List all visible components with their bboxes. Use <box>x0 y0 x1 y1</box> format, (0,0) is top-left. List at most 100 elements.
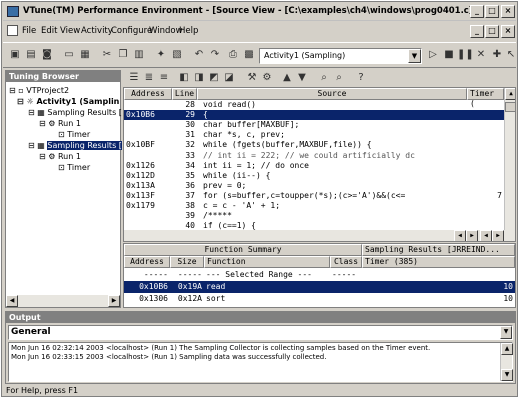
scroll-down-icon[interactable]: ▼ <box>501 369 513 381</box>
cut-icon[interactable]: ✂ <box>99 47 115 63</box>
menu-edit[interactable]: Edit <box>41 26 57 36</box>
source-row[interactable]: 0x113A 36 prev = 0; <box>124 181 504 191</box>
paste-icon[interactable]: ▥ <box>131 47 147 63</box>
tree-item-timer[interactable]: ⊡ Timer <box>58 130 90 139</box>
tree-item-project[interactable]: ⊟ ▫ VTProject2 <box>9 86 69 95</box>
source-row[interactable]: 28 void read() <box>124 100 504 110</box>
hotspot-next-icon[interactable]: ◨ <box>191 70 207 86</box>
scroll-thumb[interactable] <box>505 102 515 112</box>
run-icon[interactable]: ▷ <box>425 47 441 63</box>
save-icon[interactable]: ◙ <box>39 47 55 63</box>
source-row[interactable]: 30 char buffer[MAXBUF]; <box>124 120 504 130</box>
col-timer[interactable]: Timer ( <box>467 88 504 108</box>
scroll-right-icon[interactable]: ▶ <box>108 295 120 307</box>
disasm-view-icon[interactable]: ≣ <box>141 70 157 86</box>
menu-configure[interactable]: Configure <box>111 26 152 36</box>
source-row[interactable]: 0x1126 34 int ii = 1; // do once <box>124 161 504 171</box>
menu-help[interactable]: Help <box>179 26 198 36</box>
cancel-icon[interactable]: ✕ <box>473 47 489 63</box>
minimize-button[interactable]: _ <box>470 5 484 18</box>
tree-item-run[interactable]: ⊟ ⚙ Run 1 <box>39 152 81 161</box>
pause-icon[interactable]: ❚❚ <box>457 47 474 63</box>
menu-view[interactable]: View <box>60 26 80 36</box>
tune-all-icon[interactable]: ⚙ <box>259 70 275 86</box>
sort-asc-icon[interactable]: ▲ <box>279 70 295 86</box>
close-button[interactable]: × <box>501 5 515 18</box>
col-fs-function[interactable]: Function <box>204 256 330 268</box>
properties-icon[interactable]: ▩ <box>241 47 257 63</box>
chevron-down-icon[interactable]: ▼ <box>500 326 512 339</box>
tree-item-sampling-results[interactable]: ⊟ ▦ Sampling Results [ <box>28 108 122 117</box>
open-folder-icon[interactable]: ▭ <box>61 47 77 63</box>
tree-item-activity[interactable]: ⊟ ☼ Activity1 (Samplin <box>17 97 119 106</box>
source-row[interactable]: 33 // int ii = 222; // we could artifici… <box>124 151 504 161</box>
col-line[interactable]: Line <box>172 88 197 100</box>
source-code: while (ii--) { <box>203 170 271 180</box>
source-vscroll[interactable]: ▲ <box>504 88 515 230</box>
tree-item-run[interactable]: ⊟ ⚙ Run 1 <box>39 119 81 128</box>
source-row[interactable]: 0x10B6 29 { <box>124 110 504 121</box>
hotspot-first-icon[interactable]: ◩ <box>206 70 222 86</box>
sort-desc-icon[interactable]: ▼ <box>294 70 310 86</box>
source-address <box>124 130 172 140</box>
wizard-icon[interactable]: ✦ <box>153 47 169 63</box>
source-row[interactable]: 0x113F 37 for (s=buffer,c=toupper(*s);(c>… <box>124 191 504 201</box>
source-hscroll[interactable]: ◀ ▶ ◀ ▶ <box>124 230 515 241</box>
search-next-icon[interactable]: ⌕ <box>331 70 347 86</box>
window-title: VTune(TM) Performance Environment - [Sou… <box>23 6 477 16</box>
scroll-up-icon[interactable]: ▲ <box>505 88 515 100</box>
print-icon[interactable]: ⎙ <box>225 47 241 63</box>
source-row[interactable]: 0x112D 35 while (ii--) { <box>124 171 504 181</box>
menu-file[interactable]: File <box>22 26 36 36</box>
col-fs-timer[interactable]: Timer (385) <box>362 256 515 268</box>
search-icon[interactable]: ⌕ <box>316 70 332 86</box>
child-minimize-button[interactable]: _ <box>470 25 484 38</box>
tree-hscroll[interactable]: ◀ ▶ <box>6 295 120 307</box>
scroll-up-icon[interactable]: ▲ <box>501 343 513 355</box>
new-project-icon[interactable]: ▣ <box>7 47 23 63</box>
scroll-right-icon[interactable]: ▶ <box>466 230 478 241</box>
help-icon[interactable]: ? <box>353 70 369 86</box>
tree-item-sampling-results-selected[interactable]: ⊟ ▦ Sampling Results [ <box>28 141 122 150</box>
source-row[interactable]: 39 /***** <box>124 211 504 221</box>
back-icon[interactable]: ↶ <box>191 47 207 63</box>
activity-combo[interactable]: Activity1 (Sampling) ▼ <box>259 48 422 64</box>
menu-window[interactable]: Window <box>149 26 183 36</box>
menu-activity[interactable]: Activity <box>81 26 113 36</box>
function-row[interactable]: 0x10B6 0x19A read 10 <box>124 281 515 293</box>
col-fs-address[interactable]: Address <box>124 256 170 268</box>
output-vscroll[interactable]: ▲ ▼ <box>500 343 513 381</box>
col-address[interactable]: Address <box>124 88 172 100</box>
hotspot-prev-icon[interactable]: ◧ <box>176 70 192 86</box>
source-row[interactable]: 0x1179 38 c = c - 'A' + 1; <box>124 201 504 211</box>
col-fs-size[interactable]: Size <box>170 256 204 268</box>
save-all-icon[interactable]: ▦ <box>77 47 93 63</box>
source-row[interactable]: 0x10BF 32 while (fgets(buffer,MAXBUF,file… <box>124 140 504 150</box>
scroll-left-icon[interactable]: ◀ <box>480 230 492 241</box>
scroll-left-icon[interactable]: ◀ <box>6 295 18 307</box>
source-row[interactable]: 31 char *s, c, prev; <box>124 130 504 140</box>
chevron-down-icon[interactable]: ▼ <box>408 49 421 63</box>
child-close-button[interactable]: × <box>501 25 515 38</box>
col-fs-class[interactable]: Class <box>330 256 362 268</box>
forward-icon[interactable]: ↷ <box>207 47 223 63</box>
stop-icon[interactable]: ■ <box>441 47 457 63</box>
child-restore-button[interactable]: □ <box>485 25 499 38</box>
mixed-view-icon[interactable]: ≡ <box>156 70 172 86</box>
source-view-icon[interactable]: ☰ <box>126 70 142 86</box>
scroll-left-icon[interactable]: ◀ <box>454 230 466 241</box>
hotspot-last-icon[interactable]: ◪ <box>221 70 237 86</box>
open-icon[interactable]: ▤ <box>23 47 39 63</box>
output-combo[interactable]: General ▼ <box>8 325 513 340</box>
maximize-button[interactable]: □ <box>485 5 499 18</box>
tune-icon[interactable]: ⚒ <box>244 70 260 86</box>
function-row[interactable]: 0x1306 0x12A sort 10 <box>124 293 515 305</box>
col-source[interactable]: Source <box>197 88 467 100</box>
copy-icon[interactable]: ❐ <box>115 47 131 63</box>
report-icon[interactable]: ▧ <box>169 47 185 63</box>
function-size: 0x12A <box>177 294 202 303</box>
scroll-right-icon[interactable]: ▶ <box>492 230 504 241</box>
function-row[interactable]: ----- ----- --- Selected Range --- ----- <box>124 269 515 281</box>
tree-item-timer[interactable]: ⊡ Timer <box>58 163 90 172</box>
pointer-icon[interactable]: ↖ <box>503 47 519 63</box>
